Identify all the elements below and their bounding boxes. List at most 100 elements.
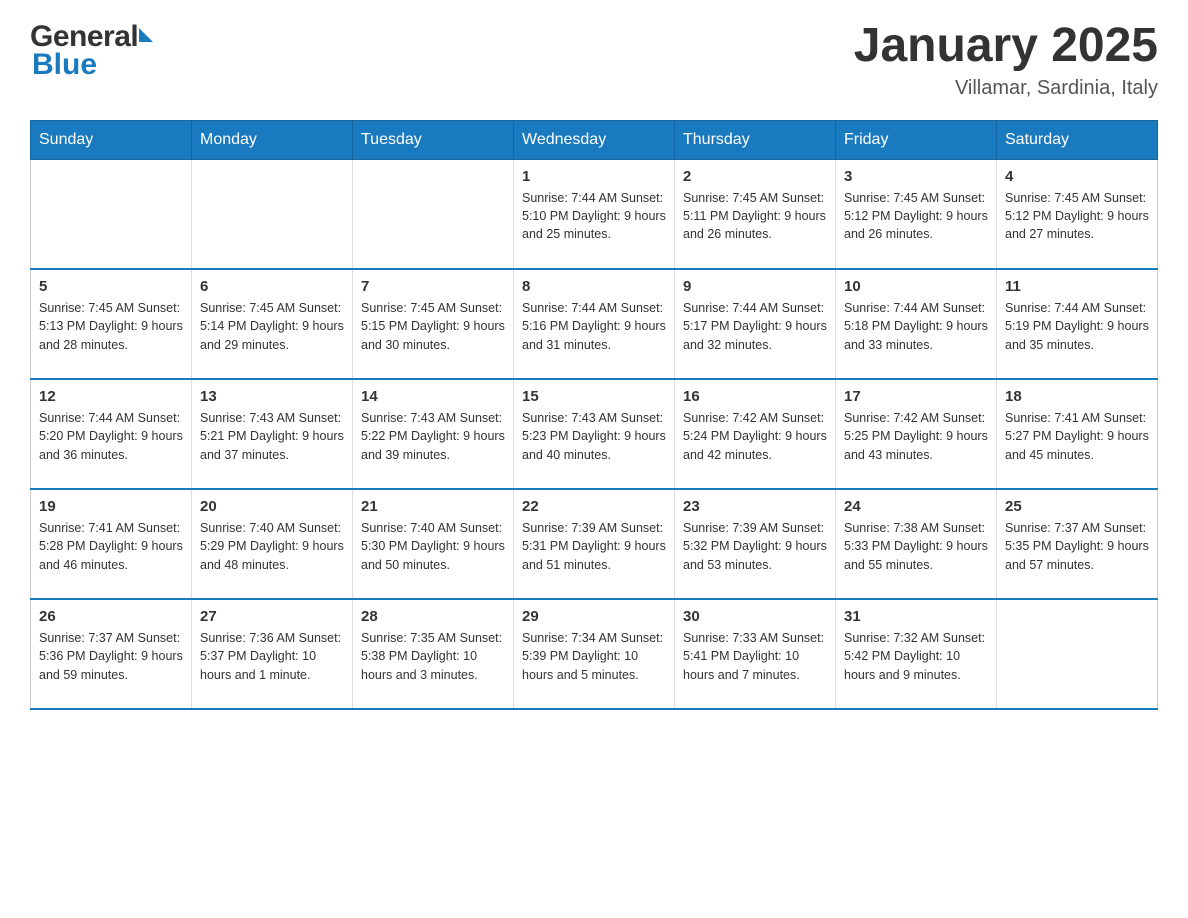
day-number: 8 (522, 278, 666, 295)
calendar-week-row: 26 Sunrise: 7:37 AM Sunset: 5:36 PM Dayli… (31, 599, 1158, 709)
calendar-table: Sunday Monday Tuesday Wednesday Thursday… (30, 120, 1158, 711)
table-row: 9 Sunrise: 7:44 AM Sunset: 5:17 PM Daylig… (675, 269, 836, 379)
day-number: 26 (39, 608, 183, 625)
day-number: 18 (1005, 388, 1149, 405)
day-number: 22 (522, 498, 666, 515)
day-info: Sunrise: 7:45 AM Sunset: 5:14 PM Dayligh… (200, 299, 344, 353)
table-row (192, 159, 353, 269)
day-info: Sunrise: 7:39 AM Sunset: 5:31 PM Dayligh… (522, 519, 666, 573)
day-number: 17 (844, 388, 988, 405)
logo-arrow-icon (139, 28, 153, 42)
table-row: 30 Sunrise: 7:33 AM Sunset: 5:41 PM Dayli… (675, 599, 836, 709)
day-number: 23 (683, 498, 827, 515)
day-info: Sunrise: 7:44 AM Sunset: 5:19 PM Dayligh… (1005, 299, 1149, 353)
logo: General Blue (30, 20, 153, 82)
day-number: 1 (522, 168, 666, 185)
day-number: 4 (1005, 168, 1149, 185)
day-number: 15 (522, 388, 666, 405)
table-row: 31 Sunrise: 7:32 AM Sunset: 5:42 PM Dayli… (836, 599, 997, 709)
day-number: 11 (1005, 278, 1149, 295)
day-number: 13 (200, 388, 344, 405)
day-info: Sunrise: 7:42 AM Sunset: 5:25 PM Dayligh… (844, 409, 988, 463)
table-row: 27 Sunrise: 7:36 AM Sunset: 5:37 PM Dayli… (192, 599, 353, 709)
table-row: 16 Sunrise: 7:42 AM Sunset: 5:24 PM Dayli… (675, 379, 836, 489)
day-info: Sunrise: 7:45 AM Sunset: 5:13 PM Dayligh… (39, 299, 183, 353)
day-info: Sunrise: 7:44 AM Sunset: 5:18 PM Dayligh… (844, 299, 988, 353)
location-text: Villamar, Sardinia, Italy (854, 77, 1158, 100)
day-info: Sunrise: 7:40 AM Sunset: 5:30 PM Dayligh… (361, 519, 505, 573)
table-row: 11 Sunrise: 7:44 AM Sunset: 5:19 PM Dayli… (997, 269, 1158, 379)
table-row: 1Sunrise: 7:44 AM Sunset: 5:10 PM Daylig… (514, 159, 675, 269)
day-number: 21 (361, 498, 505, 515)
table-row: 19Sunrise: 7:41 AM Sunset: 5:28 PM Dayli… (31, 489, 192, 599)
table-row: 15 Sunrise: 7:43 AM Sunset: 5:23 PM Dayli… (514, 379, 675, 489)
day-info: Sunrise: 7:36 AM Sunset: 5:37 PM Dayligh… (200, 629, 344, 683)
day-number: 12 (39, 388, 183, 405)
logo-blue-text: Blue (30, 48, 97, 82)
day-info: Sunrise: 7:44 AM Sunset: 5:20 PM Dayligh… (39, 409, 183, 463)
day-info: Sunrise: 7:37 AM Sunset: 5:36 PM Dayligh… (39, 629, 183, 683)
day-number: 2 (683, 168, 827, 185)
month-title: January 2025 (854, 20, 1158, 73)
day-number: 7 (361, 278, 505, 295)
calendar-header-row: Sunday Monday Tuesday Wednesday Thursday… (31, 120, 1158, 159)
day-number: 30 (683, 608, 827, 625)
table-row: 7 Sunrise: 7:45 AM Sunset: 5:15 PM Daylig… (353, 269, 514, 379)
day-number: 5 (39, 278, 183, 295)
day-info: Sunrise: 7:39 AM Sunset: 5:32 PM Dayligh… (683, 519, 827, 573)
day-info: Sunrise: 7:45 AM Sunset: 5:12 PM Dayligh… (1005, 189, 1149, 243)
table-row: 5 Sunrise: 7:45 AM Sunset: 5:13 PM Daylig… (31, 269, 192, 379)
day-number: 25 (1005, 498, 1149, 515)
day-number: 29 (522, 608, 666, 625)
day-number: 28 (361, 608, 505, 625)
title-area: January 2025 Villamar, Sardinia, Italy (854, 20, 1158, 100)
day-info: Sunrise: 7:44 AM Sunset: 5:17 PM Dayligh… (683, 299, 827, 353)
day-info: Sunrise: 7:34 AM Sunset: 5:39 PM Dayligh… (522, 629, 666, 683)
col-saturday: Saturday (997, 120, 1158, 159)
table-row: 8 Sunrise: 7:44 AM Sunset: 5:16 PM Daylig… (514, 269, 675, 379)
calendar-week-row: 19Sunrise: 7:41 AM Sunset: 5:28 PM Dayli… (31, 489, 1158, 599)
col-wednesday: Wednesday (514, 120, 675, 159)
day-info: Sunrise: 7:41 AM Sunset: 5:27 PM Dayligh… (1005, 409, 1149, 463)
col-thursday: Thursday (675, 120, 836, 159)
day-number: 27 (200, 608, 344, 625)
day-info: Sunrise: 7:43 AM Sunset: 5:23 PM Dayligh… (522, 409, 666, 463)
calendar-week-row: 1Sunrise: 7:44 AM Sunset: 5:10 PM Daylig… (31, 159, 1158, 269)
table-row: 13Sunrise: 7:43 AM Sunset: 5:21 PM Dayli… (192, 379, 353, 489)
table-row: 20 Sunrise: 7:40 AM Sunset: 5:29 PM Dayli… (192, 489, 353, 599)
table-row: 10Sunrise: 7:44 AM Sunset: 5:18 PM Dayli… (836, 269, 997, 379)
day-info: Sunrise: 7:45 AM Sunset: 5:12 PM Dayligh… (844, 189, 988, 243)
day-number: 9 (683, 278, 827, 295)
day-number: 3 (844, 168, 988, 185)
calendar-week-row: 5 Sunrise: 7:45 AM Sunset: 5:13 PM Daylig… (31, 269, 1158, 379)
day-info: Sunrise: 7:44 AM Sunset: 5:16 PM Dayligh… (522, 299, 666, 353)
day-info: Sunrise: 7:42 AM Sunset: 5:24 PM Dayligh… (683, 409, 827, 463)
day-info: Sunrise: 7:37 AM Sunset: 5:35 PM Dayligh… (1005, 519, 1149, 573)
table-row: 29 Sunrise: 7:34 AM Sunset: 5:39 PM Dayli… (514, 599, 675, 709)
table-row: 2 Sunrise: 7:45 AM Sunset: 5:11 PM Daylig… (675, 159, 836, 269)
table-row (997, 599, 1158, 709)
table-row: 18 Sunrise: 7:41 AM Sunset: 5:27 PM Dayli… (997, 379, 1158, 489)
day-number: 14 (361, 388, 505, 405)
day-info: Sunrise: 7:38 AM Sunset: 5:33 PM Dayligh… (844, 519, 988, 573)
day-number: 16 (683, 388, 827, 405)
day-number: 24 (844, 498, 988, 515)
table-row: 6 Sunrise: 7:45 AM Sunset: 5:14 PM Daylig… (192, 269, 353, 379)
day-number: 20 (200, 498, 344, 515)
day-info: Sunrise: 7:45 AM Sunset: 5:15 PM Dayligh… (361, 299, 505, 353)
calendar-week-row: 12 Sunrise: 7:44 AM Sunset: 5:20 PM Dayli… (31, 379, 1158, 489)
day-info: Sunrise: 7:40 AM Sunset: 5:29 PM Dayligh… (200, 519, 344, 573)
table-row: 22 Sunrise: 7:39 AM Sunset: 5:31 PM Dayli… (514, 489, 675, 599)
day-info: Sunrise: 7:33 AM Sunset: 5:41 PM Dayligh… (683, 629, 827, 683)
table-row: 24 Sunrise: 7:38 AM Sunset: 5:33 PM Dayli… (836, 489, 997, 599)
col-sunday: Sunday (31, 120, 192, 159)
day-info: Sunrise: 7:41 AM Sunset: 5:28 PM Dayligh… (39, 519, 183, 573)
day-info: Sunrise: 7:45 AM Sunset: 5:11 PM Dayligh… (683, 189, 827, 243)
col-tuesday: Tuesday (353, 120, 514, 159)
day-number: 31 (844, 608, 988, 625)
table-row (353, 159, 514, 269)
table-row: 14Sunrise: 7:43 AM Sunset: 5:22 PM Dayli… (353, 379, 514, 489)
day-info: Sunrise: 7:32 AM Sunset: 5:42 PM Dayligh… (844, 629, 988, 683)
day-number: 6 (200, 278, 344, 295)
day-info: Sunrise: 7:35 AM Sunset: 5:38 PM Dayligh… (361, 629, 505, 683)
